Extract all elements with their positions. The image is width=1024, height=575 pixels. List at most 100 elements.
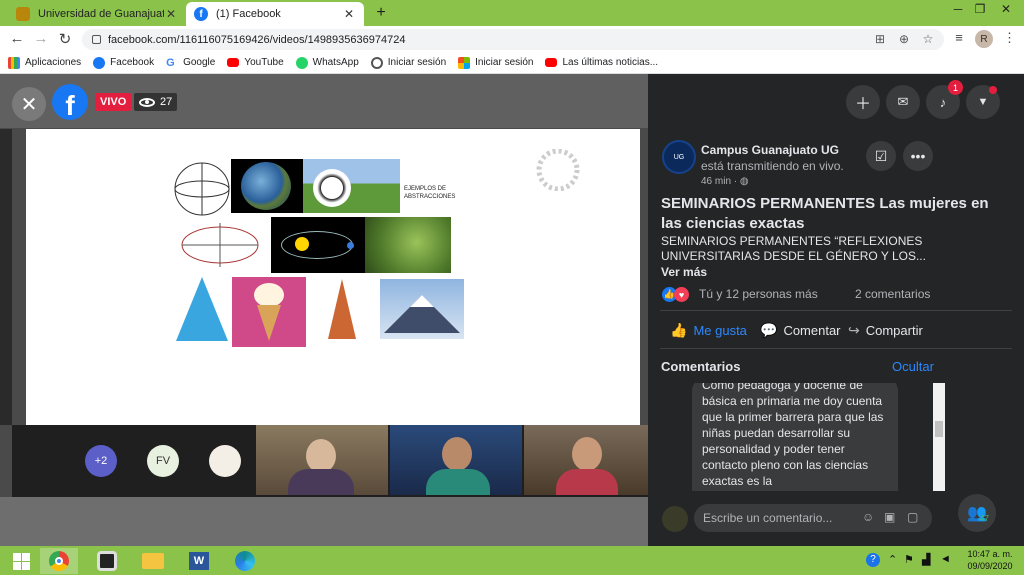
see-more-link[interactable]: Ver más <box>661 265 707 279</box>
camera-feed-1 <box>256 425 388 495</box>
browser-tab-strip: Universidad de Guanajuato ✕ f (1) Facebo… <box>0 0 1024 26</box>
new-tab-button[interactable]: + <box>372 4 390 22</box>
bookmark-aplicaciones[interactable]: Aplicaciones <box>8 56 81 69</box>
reading-list-icon[interactable]: ≡ <box>950 30 968 45</box>
sphere-drawing-image <box>174 162 230 216</box>
participant-more-badge[interactable]: +2 <box>85 445 117 477</box>
save-post-button[interactable]: ☑ <box>866 141 896 171</box>
share-button[interactable]: ↪ Compartir <box>848 322 923 339</box>
minimize-icon[interactable]: ─ <box>946 2 970 16</box>
public-globe-icon: ◍ <box>739 176 749 187</box>
presentation-slide: EJEMPLOS DE ABSTRACCIONES <box>26 129 640 425</box>
participant-avatar-logo[interactable] <box>209 445 241 477</box>
live-video-player[interactable]: ✕ f VIVO 27 EJEMPLOS DE ABSTRACCIONES +2… <box>0 74 648 546</box>
chrome-taskbar-icon[interactable] <box>40 548 78 574</box>
comment-line: básica en primaria me doy cuenta <box>702 394 883 408</box>
tray-flag-icon[interactable]: ⚑ <box>904 553 914 566</box>
reload-icon[interactable]: ↻ <box>56 30 74 48</box>
emoji-icon[interactable]: ☺ <box>862 510 874 524</box>
sticker-icon[interactable]: ▢ <box>907 510 918 524</box>
cactus-image <box>365 217 451 273</box>
word-icon[interactable]: W <box>180 548 218 574</box>
bookmark-whatsapp[interactable]: WhatsApp <box>295 56 359 69</box>
earth-image <box>231 159 303 213</box>
whatsapp-icon <box>295 56 308 69</box>
facebook-logo-icon[interactable]: f <box>52 84 88 120</box>
bookmark-google[interactable]: G Google <box>166 57 215 69</box>
account-alert-dot <box>989 86 997 94</box>
messenger-icon[interactable]: ✉ <box>886 85 920 119</box>
participant-avatar-fv[interactable]: FV <box>147 445 179 477</box>
video-top-overlay: ✕ f VIVO 27 <box>0 74 648 128</box>
comments-scrollbar[interactable] <box>933 383 945 491</box>
facebook-favicon-icon: f <box>194 7 208 21</box>
page-avatar[interactable]: UG <box>662 140 696 174</box>
my-avatar[interactable] <box>662 506 688 532</box>
comment-bubble: Como pedagoga y docente de básica en pri… <box>692 383 898 491</box>
comment-placeholder: Escribe un comentario... <box>703 511 833 525</box>
gif-icon[interactable]: ▣ <box>884 510 895 524</box>
help-icon[interactable]: ? <box>866 553 880 567</box>
create-button[interactable]: ＋ <box>846 85 880 119</box>
forward-icon[interactable]: → <box>32 30 50 47</box>
windows-taskbar: W ? ⌃ ⚑ ▟ ◄ 10:47 a. m. 09/09/2020 <box>0 546 1024 575</box>
close-window-icon[interactable]: ✕ <box>994 2 1018 16</box>
comment-count[interactable]: 2 comentarios <box>855 287 930 301</box>
post-time[interactable]: 46 min · ◍ <box>701 176 749 187</box>
app-taskbar-icon[interactable] <box>88 548 126 574</box>
tab-facebook[interactable]: f (1) Facebook ✕ <box>186 2 364 26</box>
close-video-button[interactable]: ✕ <box>12 87 46 121</box>
comment-list[interactable]: Como pedagoga y docente de básica en pri… <box>692 383 898 491</box>
network-icon[interactable]: ▟ <box>922 553 930 566</box>
tab-title: (1) Facebook <box>216 8 281 20</box>
contacts-button[interactable]: 👥 47 <box>958 494 996 532</box>
video-bottom-area <box>0 497 648 546</box>
reactions-row: 👍 ♥ Tú y 12 personas más 2 comentarios <box>662 286 1012 304</box>
solar-system-image <box>271 217 365 273</box>
bookmark-youtube[interactable]: YouTube <box>227 57 284 68</box>
edge-icon[interactable] <box>226 548 264 574</box>
address-bar[interactable]: facebook.com/116116075169426/videos/1498… <box>82 29 944 50</box>
back-icon[interactable]: ← <box>8 30 26 47</box>
comment-line: exactas es la PSICOMOTRICIDAD <box>702 474 815 491</box>
cone-image <box>176 277 228 341</box>
windows-start-icon[interactable] <box>2 548 40 574</box>
browser-menu-icon[interactable]: ⋮ <box>1003 30 1016 46</box>
scrollbar-thumb[interactable] <box>935 421 943 437</box>
volume-icon[interactable]: ◄ <box>940 553 951 565</box>
close-tab-icon[interactable]: ✕ <box>164 7 178 21</box>
eye-icon <box>139 97 155 107</box>
like-button[interactable]: 👍 Me gusta <box>670 322 747 339</box>
video-left-edge <box>0 129 12 425</box>
page-name[interactable]: Campus Guanajuato UG <box>701 143 839 157</box>
profile-avatar[interactable]: R <box>975 30 993 48</box>
file-explorer-icon[interactable] <box>134 548 172 574</box>
restore-icon[interactable]: ❐ <box>968 2 992 16</box>
volcano-mountain-image <box>380 279 464 339</box>
bookmark-iniciar-sesion-ms[interactable]: Iniciar sesión <box>458 56 533 69</box>
soccer-ball-image <box>303 159 400 213</box>
globe-icon <box>370 56 383 69</box>
comment-line: contacto pleno con las ciencias <box>702 458 869 472</box>
reactions-summary[interactable]: Tú y 12 personas más <box>699 287 818 301</box>
system-clock[interactable]: 10:47 a. m. 09/09/2020 <box>964 548 1016 572</box>
bookmark-iniciar-sesion[interactable]: Iniciar sesión <box>370 56 446 69</box>
bookmarks-bar: Aplicaciones Facebook G Google YouTube Wh… <box>0 52 1024 74</box>
comment-button[interactable]: 💬 Comentar <box>760 322 841 339</box>
zoom-icon[interactable]: ⊕ <box>896 32 912 46</box>
tab-universidad[interactable]: Universidad de Guanajuato ✕ <box>8 2 186 26</box>
bookmark-noticias[interactable]: Las últimas noticias... <box>545 57 658 68</box>
post-options-button[interactable]: ••• <box>903 141 933 171</box>
translate-icon[interactable]: ⊞ <box>872 32 888 46</box>
url-text: facebook.com/116116075169426/videos/1498… <box>108 33 406 46</box>
hide-comments-link[interactable]: Ocultar <box>892 359 934 374</box>
love-reaction-icon[interactable]: ♥ <box>674 287 689 302</box>
ice-cream-cone-image <box>232 277 306 347</box>
apps-grid-icon <box>8 56 20 69</box>
bookmark-facebook[interactable]: Facebook <box>93 56 154 69</box>
tray-chevron-icon[interactable]: ⌃ <box>888 553 897 566</box>
close-tab-icon[interactable]: ✕ <box>342 7 356 21</box>
thumbs-up-icon: 👍 <box>670 322 688 338</box>
comment-input[interactable]: Escribe un comentario... ☺ ▣ ▢ <box>694 504 932 532</box>
bookmark-star-icon[interactable]: ☆ <box>920 32 936 46</box>
